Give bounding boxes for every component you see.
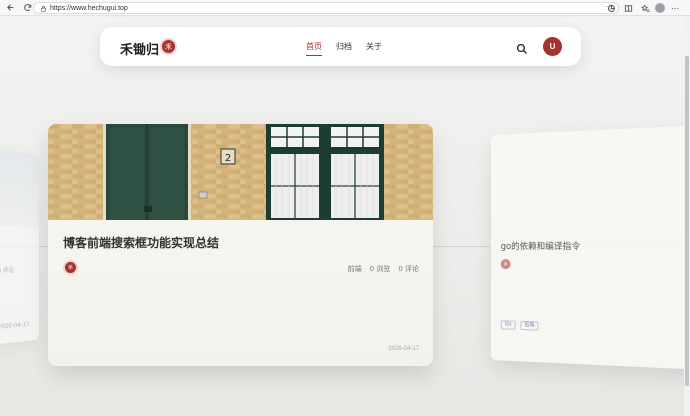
profile-avatar[interactable] [655,3,665,13]
article-date: 2026-04-17 [388,346,419,352]
right-card-title[interactable]: go的依赖和编译指令 [501,240,580,252]
left-card-date: 2026-04-17 [0,321,29,331]
featured-article-card[interactable]: 2 博客前端搜索框功能实现总结 禾 前端 0 浏览 0 评论 2026-04-1… [48,124,433,366]
extension-icon[interactable] [604,1,618,15]
site-navbar: 禾锄归 禾 首页 归档 关于 U [100,27,581,66]
user-avatar-button[interactable]: U [543,37,562,56]
left-article-card[interactable]: 0 评论 2026-04-17 [0,149,39,344]
site-info-icon[interactable] [38,3,48,13]
site-logo-badge[interactable]: 禾 [160,38,177,55]
article-comments: 0 评论 [398,264,419,274]
article-cover-image: 2 [48,124,433,220]
reload-icon[interactable] [20,1,34,15]
address-bar[interactable]: https://www.hechugui.top ☆ [33,2,619,14]
nav-home[interactable]: 首页 [306,27,322,66]
nav-archive[interactable]: 归档 [336,27,352,66]
url-text[interactable]: https://www.hechugui.top [50,5,128,12]
left-card-image [0,149,39,227]
search-icon[interactable] [516,40,528,52]
split-screen-icon[interactable] [621,1,635,15]
favorites-icon[interactable] [638,1,652,15]
author-avatar[interactable]: 禾 [63,260,78,275]
right-card-tag[interactable]: 后端 [520,321,538,331]
site-logo-text[interactable]: 禾锄归 [120,39,159,58]
article-category[interactable]: 前端 [348,264,362,274]
back-icon[interactable] [3,1,17,15]
browser-toolbar: https://www.hechugui.top ☆ ⋯ [0,0,690,16]
right-card-avatar: 禾 [501,259,511,269]
article-views: 0 浏览 [370,264,391,274]
more-menu-icon[interactable]: ⋯ [668,1,682,15]
article-title[interactable]: 博客前端搜索框功能实现总结 [63,234,219,251]
door-number: 2 [225,153,231,164]
right-card-tag[interactable]: Go [501,320,516,330]
left-card-comments: 0 评论 [0,265,14,275]
scrollbar-thumb[interactable] [685,56,689,386]
page-body: 0 评论 2026-04-17 go的依赖和编译指令 禾 Go 后端 禾锄归 禾… [0,17,684,416]
nav-about[interactable]: 关于 [366,27,382,66]
main-nav: 首页 归档 关于 [306,27,382,66]
right-article-card[interactable]: go的依赖和编译指令 禾 Go 后端 [491,125,684,370]
article-meta: 前端 0 浏览 0 评论 [348,264,419,274]
